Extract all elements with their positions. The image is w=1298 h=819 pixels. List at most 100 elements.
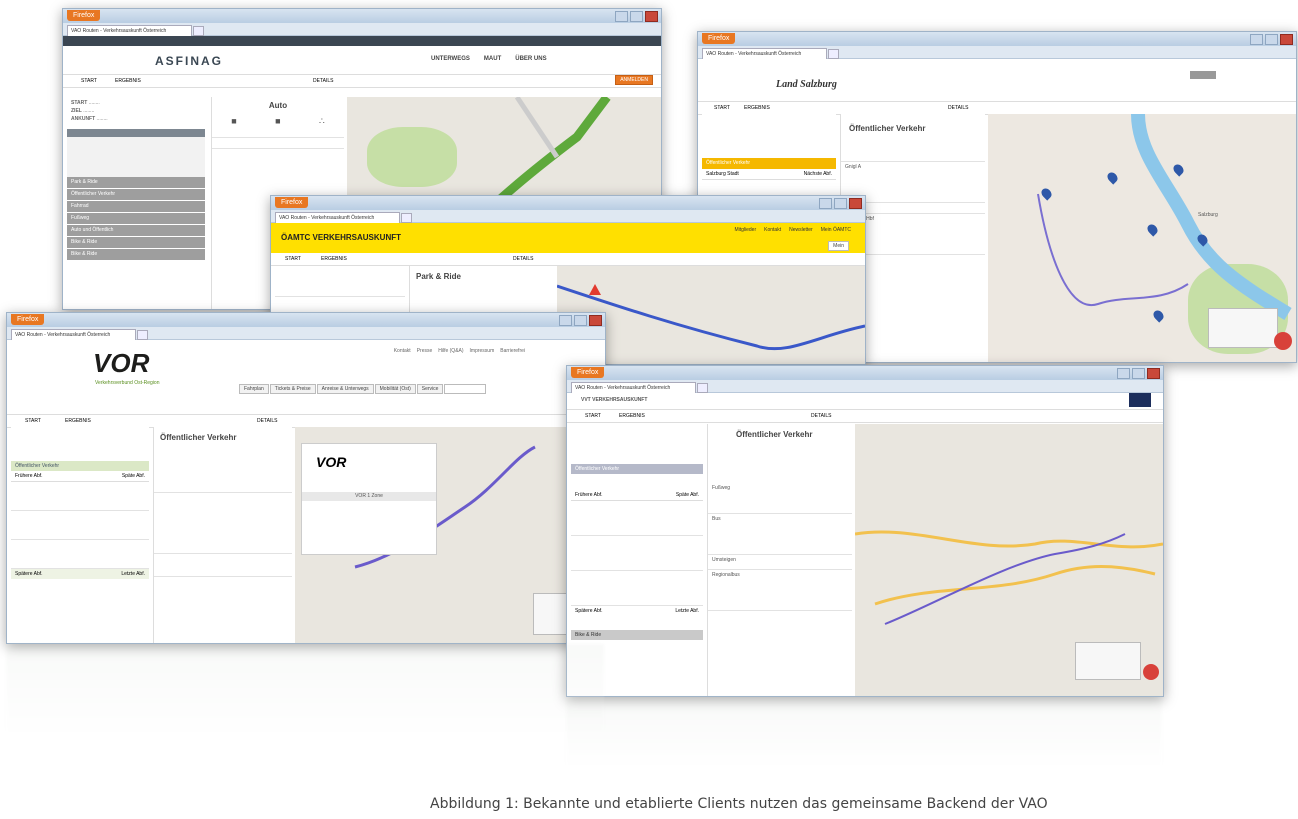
- tab-ergebnis[interactable]: ERGEBNIS: [744, 105, 770, 111]
- window-controls[interactable]: [559, 315, 602, 326]
- mode-fahrrad[interactable]: Fahrrad: [67, 201, 205, 213]
- mode-auto-oeffentlich[interactable]: Auto und Öffentlich: [67, 225, 205, 237]
- minimize-icon[interactable]: [559, 315, 572, 326]
- connection-row[interactable]: [571, 536, 703, 571]
- step-bus[interactable]: Bus: [708, 514, 852, 555]
- mode-oepnv[interactable]: Öffentlicher Verkehr: [67, 189, 205, 201]
- tab-ergebnis[interactable]: ERGEBNIS: [619, 413, 645, 419]
- nav-unterwegs[interactable]: UNTERWEGS: [431, 56, 470, 62]
- maximize-icon[interactable]: [630, 11, 643, 22]
- last-departure[interactable]: Letzte Abf.: [121, 569, 145, 579]
- mein-button[interactable]: Mein: [828, 241, 849, 251]
- nav-anreise[interactable]: Anreise & Unterwegs: [316, 384, 374, 394]
- nav-tickets[interactable]: Tickets & Preise: [269, 384, 316, 394]
- link-kontakt[interactable]: Kontakt: [394, 348, 411, 354]
- connection-row[interactable]: [11, 540, 149, 569]
- link-barrierefrei[interactable]: Barrierefrei: [500, 348, 525, 354]
- tab-start[interactable]: START: [285, 256, 301, 262]
- later-departures[interactable]: Spätere Abf.: [15, 569, 43, 579]
- connection-row[interactable]: [11, 482, 149, 511]
- window-controls[interactable]: [1117, 368, 1160, 379]
- minimize-icon[interactable]: [1250, 34, 1263, 45]
- step-umsteigen[interactable]: Umsteigen: [708, 555, 852, 570]
- maximize-icon[interactable]: [574, 315, 587, 326]
- later-departures[interactable]: Spätere Abf.: [575, 606, 603, 616]
- link-hilfe[interactable]: Hilfe (Q&A): [438, 348, 463, 354]
- earlier-button[interactable]: Frühere Abf.: [15, 471, 43, 481]
- nav-mobilitaet[interactable]: Mobilität (Ost): [374, 384, 416, 394]
- link-impressum[interactable]: Impressum: [470, 348, 495, 354]
- tab-details[interactable]: DETAILS: [948, 105, 968, 111]
- browser-tab[interactable]: VAO Routen - Verkehrsauskunft Österreich: [702, 48, 827, 59]
- header-button[interactable]: [1190, 71, 1216, 79]
- list-header-left[interactable]: Salzburg Stadt: [706, 169, 739, 179]
- nav-newsletter[interactable]: Newsletter: [789, 227, 813, 233]
- minimize-icon[interactable]: [1117, 368, 1130, 379]
- maximize-icon[interactable]: [1132, 368, 1145, 379]
- earlier-button[interactable]: Frühere Abf.: [575, 490, 603, 500]
- zoom-control[interactable]: [1274, 332, 1292, 350]
- tab-ergebnis[interactable]: ERGEBNIS: [65, 418, 91, 424]
- salzburg-map[interactable]: Salzburg: [988, 114, 1296, 362]
- minimize-icon[interactable]: [615, 11, 628, 22]
- nav-ueber-uns[interactable]: ÜBER UNS: [515, 56, 546, 62]
- browser-tab[interactable]: VAO Routen - Verkehrsauskunft Österreich: [275, 212, 400, 223]
- connection-row[interactable]: [571, 571, 703, 606]
- browser-tab[interactable]: VAO Routen - Verkehrsauskunft Österreich: [67, 25, 192, 36]
- vor-popup[interactable]: VOR VOR 1 Zone: [301, 443, 437, 555]
- car-icon[interactable]: ■: [231, 116, 236, 127]
- auto-result[interactable]: [67, 129, 205, 177]
- nav-kontakt[interactable]: Kontakt: [764, 227, 781, 233]
- connection-row[interactable]: [571, 501, 703, 536]
- mode-park-ride[interactable]: Park & Ride: [67, 177, 205, 189]
- minimize-icon[interactable]: [819, 198, 832, 209]
- tab-details[interactable]: DETAILS: [313, 78, 333, 84]
- last-departure[interactable]: Letzte Abf.: [675, 606, 699, 616]
- list-header-right[interactable]: Nächste Abf.: [804, 169, 832, 179]
- tab-details[interactable]: DETAILS: [257, 418, 277, 424]
- nav-maut[interactable]: MAUT: [484, 56, 501, 62]
- firefox-button[interactable]: Firefox: [11, 314, 45, 325]
- tab-start[interactable]: START: [714, 105, 730, 111]
- link-presse[interactable]: Presse: [417, 348, 433, 354]
- later-button[interactable]: Späte Abf.: [122, 471, 145, 481]
- vor-map[interactable]: VOR VOR 1 Zone: [295, 427, 605, 643]
- maximize-icon[interactable]: [834, 198, 847, 209]
- vvt-map[interactable]: [855, 424, 1163, 696]
- nav-fahrplan[interactable]: Fahrplan: [239, 384, 269, 394]
- window-controls[interactable]: [1250, 34, 1293, 45]
- overview-minimap[interactable]: [1075, 642, 1141, 680]
- tab-start[interactable]: START: [25, 418, 41, 424]
- search-input[interactable]: [444, 384, 487, 394]
- firefox-button[interactable]: Firefox: [571, 367, 605, 378]
- highlight-row[interactable]: Öffentlicher Verkehr: [702, 158, 836, 169]
- connection-row[interactable]: [11, 511, 149, 540]
- bike-ride-row[interactable]: Bike & Ride: [571, 630, 703, 640]
- mode-bike-ride-2[interactable]: Bike & Ride: [67, 249, 205, 261]
- overview-minimap[interactable]: [1208, 308, 1278, 348]
- firefox-button[interactable]: Firefox: [702, 33, 736, 44]
- tab-ergebnis[interactable]: ERGEBNIS: [321, 256, 347, 262]
- tab-ergebnis[interactable]: ERGEBNIS: [115, 78, 141, 84]
- nav-mitglieder[interactable]: Mitglieder: [734, 227, 756, 233]
- new-tab-icon[interactable]: [697, 383, 708, 393]
- warning-icon[interactable]: [589, 284, 601, 295]
- step-fussweg[interactable]: Fußweg: [708, 483, 852, 514]
- print-icon[interactable]: ■: [275, 116, 280, 127]
- browser-tab[interactable]: VAO Routen - Verkehrsauskunft Österreich: [11, 329, 136, 340]
- new-tab-icon[interactable]: [828, 49, 839, 59]
- new-tab-icon[interactable]: [137, 330, 148, 340]
- close-icon[interactable]: [645, 11, 658, 22]
- tab-details[interactable]: DETAILS: [513, 256, 533, 262]
- tab-start[interactable]: START: [81, 78, 97, 84]
- later-button[interactable]: Späte Abf.: [676, 490, 699, 500]
- close-icon[interactable]: [1147, 368, 1160, 379]
- close-icon[interactable]: [589, 315, 602, 326]
- new-tab-icon[interactable]: [401, 213, 412, 223]
- zoom-control[interactable]: [1143, 664, 1159, 680]
- mode-bike-ride[interactable]: Bike & Ride: [67, 237, 205, 249]
- maximize-icon[interactable]: [1265, 34, 1278, 45]
- window-controls[interactable]: [819, 198, 862, 209]
- anmelden-button[interactable]: ANMELDEN: [615, 75, 653, 85]
- close-icon[interactable]: [1280, 34, 1293, 45]
